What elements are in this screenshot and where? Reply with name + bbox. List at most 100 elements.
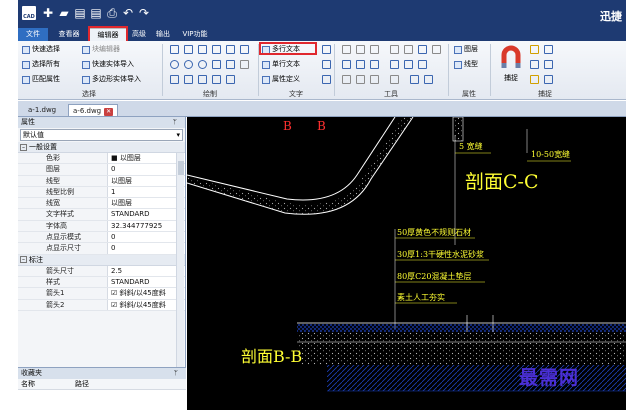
single-line-text-button[interactable]: 单行文本 <box>262 59 300 70</box>
quick-entity-import-button[interactable]: 快速实体导入 <box>82 59 134 70</box>
property-row[interactable]: 字体高 32.344777925 <box>18 220 185 233</box>
cloud-tool-icon[interactable] <box>410 75 419 84</box>
copy-tool-icon[interactable] <box>356 45 365 54</box>
tab-editor[interactable]: 编辑器 <box>90 28 126 41</box>
snap-node-icon[interactable] <box>544 60 553 69</box>
section-general[interactable]: – 一般设置 <box>18 142 185 153</box>
block-tool-icon[interactable] <box>240 45 249 54</box>
property-row[interactable]: 线型 以图层 <box>18 175 185 187</box>
area-tool-icon[interactable] <box>370 75 379 84</box>
collapse-icon[interactable]: – <box>20 143 27 151</box>
block-editor-button[interactable]: 块编辑器 <box>82 44 120 55</box>
polygon-entity-import-button[interactable]: 多边形实体导入 <box>82 74 141 85</box>
property-row[interactable]: 样式 STANDARD <box>18 276 185 289</box>
doc-tab-a1[interactable]: a-1.dwg <box>24 104 60 116</box>
hatch-tool-icon[interactable] <box>226 45 235 54</box>
pencil-tool-icon[interactable] <box>226 60 235 69</box>
text-find-icon[interactable] <box>322 75 331 84</box>
angle-tool-icon[interactable] <box>390 75 399 84</box>
text-style-icon[interactable] <box>322 45 331 54</box>
property-row[interactable]: 点显示尺寸 0 <box>18 243 185 255</box>
table-tool-icon[interactable] <box>184 75 193 84</box>
array-tool-icon[interactable] <box>390 45 399 54</box>
property-row[interactable]: 箭头1 ☑ 斜斜/以45度斜 <box>18 288 185 300</box>
stretch-tool-icon[interactable] <box>432 45 441 54</box>
quick-select-button[interactable]: 快速选择 <box>22 44 60 55</box>
save-as-icon[interactable]: ▤ <box>90 6 102 20</box>
rectangle-tool-icon[interactable] <box>198 45 207 54</box>
column-header-path[interactable]: 路径 <box>72 379 89 389</box>
property-value[interactable]: 1 <box>108 186 185 198</box>
properties-scrollbar[interactable] <box>176 153 184 373</box>
fillet-tool-icon[interactable] <box>404 60 413 69</box>
circle-tool-icon[interactable] <box>170 60 179 69</box>
snap-button[interactable]: 捕捉 <box>498 45 524 83</box>
doc-tab-a6[interactable]: a-6.dwg ✕ <box>68 104 119 116</box>
select-all-button[interactable]: 选择所有 <box>22 59 60 70</box>
drawing-canvas[interactable]: B B 5 宽缝 10-50宽缝 剖面C-C 50厚黄色不规则石材 30厚1:3… <box>187 117 626 410</box>
property-value[interactable]: 0 <box>108 243 185 254</box>
layer-button[interactable]: 图层 <box>454 44 478 55</box>
point-dot-icon[interactable] <box>198 75 207 84</box>
property-value[interactable]: 以图层 <box>108 198 185 209</box>
property-value[interactable]: 以图层 <box>108 175 185 186</box>
property-row[interactable]: 箭头2 ☑ 斜斜/以45度斜 <box>18 299 185 311</box>
property-value[interactable]: ☑ 斜斜/以45度斜 <box>108 288 185 299</box>
save-icon[interactable]: ▤ <box>74 6 86 20</box>
donut-tool-icon[interactable] <box>198 60 207 69</box>
scale-tool-icon[interactable] <box>418 45 427 54</box>
move-tool-icon[interactable] <box>342 45 351 54</box>
attribute-definition-button[interactable]: 属性定义 <box>262 74 300 85</box>
snap-endpoint-icon[interactable] <box>530 45 539 54</box>
section-dimension[interactable]: – 标注 <box>18 254 185 266</box>
point-tool-icon[interactable] <box>240 60 249 69</box>
new-file-icon[interactable]: ✚ <box>42 6 54 20</box>
property-value[interactable]: STANDARD <box>108 209 185 220</box>
collapse-icon[interactable]: – <box>20 256 27 264</box>
match-properties-button[interactable]: 匹配属性 <box>22 74 60 85</box>
spline-tool-icon[interactable] <box>212 60 221 69</box>
ellipse-tool-icon[interactable] <box>184 60 193 69</box>
pin-icon[interactable]: ᛘ <box>173 117 177 128</box>
snap-quadrant-icon[interactable] <box>530 75 539 84</box>
snap-center-icon[interactable] <box>530 60 539 69</box>
close-icon[interactable]: ✕ <box>104 108 114 116</box>
property-value[interactable]: 2.5 <box>108 265 185 276</box>
redo-icon[interactable]: ↷ <box>138 6 150 20</box>
trim-tool-icon[interactable] <box>356 60 365 69</box>
tab-viewer[interactable]: 查看器 <box>54 28 84 41</box>
print-icon[interactable]: ⎙ <box>106 6 118 20</box>
undo-icon[interactable]: ↶ <box>122 6 134 20</box>
region-tool-icon[interactable] <box>170 75 179 84</box>
tab-vip[interactable]: VIP功能 <box>178 28 212 41</box>
open-folder-icon[interactable]: ▰ <box>58 6 70 20</box>
grid-tool-icon[interactable] <box>226 75 235 84</box>
snap-midpoint-icon[interactable] <box>544 45 553 54</box>
measure-tool-icon[interactable] <box>342 75 351 84</box>
property-row[interactable]: 色彩 ■ 以图层 <box>18 153 185 165</box>
tab-advanced[interactable]: 高级 <box>128 28 150 41</box>
extend-tool-icon[interactable] <box>370 60 379 69</box>
property-value[interactable]: 32.344777925 <box>108 220 185 232</box>
column-header-name[interactable]: 名称 <box>18 379 72 389</box>
property-row[interactable]: 点显示模式 0 <box>18 232 185 244</box>
polyline-tool-icon[interactable] <box>184 45 193 54</box>
properties-filter-dropdown[interactable]: 默认值 ▾ <box>20 129 183 141</box>
mtext-button[interactable]: 多行文本 <box>262 44 300 55</box>
line-tool-icon[interactable] <box>170 45 179 54</box>
pin-icon[interactable]: ᛘ <box>174 368 178 379</box>
linetype-button[interactable]: 线型 <box>454 59 478 70</box>
scrollbar-thumb[interactable] <box>178 161 184 175</box>
property-value[interactable]: ■ 以图层 <box>108 153 185 164</box>
distance-tool-icon[interactable] <box>356 75 365 84</box>
property-value[interactable]: 0 <box>108 164 185 175</box>
break-tool-icon[interactable] <box>390 60 399 69</box>
property-value[interactable]: 0 <box>108 232 185 243</box>
tab-output[interactable]: 输出 <box>152 28 174 41</box>
property-value[interactable]: STANDARD <box>108 276 185 288</box>
property-row[interactable]: 线宽 以图层 <box>18 198 185 210</box>
offset-tool-icon[interactable] <box>404 45 413 54</box>
property-row[interactable]: 线型比例 1 <box>18 186 185 199</box>
property-row[interactable]: 文字样式 STANDARD <box>18 209 185 221</box>
property-value[interactable]: ☑ 斜斜/以45度斜 <box>108 299 185 310</box>
